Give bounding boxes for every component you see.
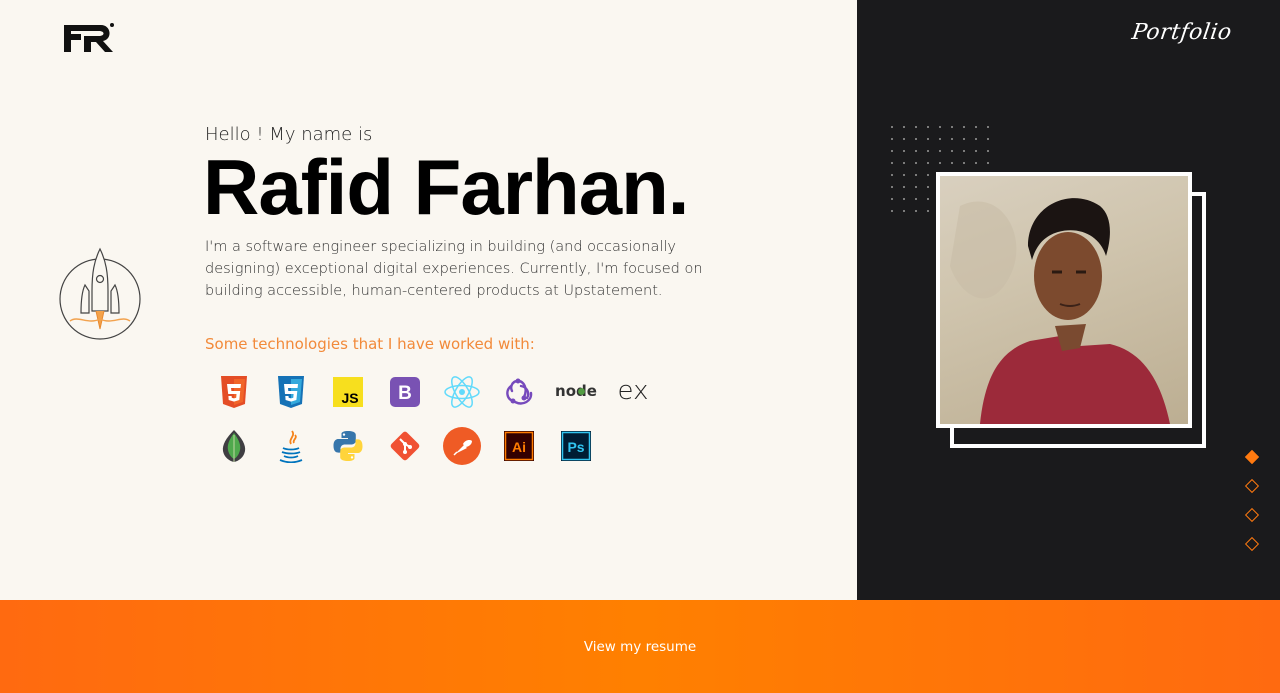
grid-dot — [903, 198, 905, 200]
css3-icon — [262, 372, 319, 412]
grid-dot — [891, 150, 893, 152]
grid-dot — [939, 138, 941, 140]
html5-icon — [205, 372, 262, 412]
grid-dot — [915, 174, 917, 176]
nodejs-icon: node — [547, 372, 604, 412]
illustrator-icon: Ai — [490, 426, 547, 466]
grid-dot — [891, 186, 893, 188]
illustrator-label: Ai — [512, 439, 526, 455]
grid-dot — [987, 162, 989, 164]
grid-dot — [915, 186, 917, 188]
react-icon — [433, 372, 490, 412]
portfolio-script-title: Portfolio — [1130, 20, 1234, 45]
grid-dot — [903, 138, 905, 140]
grid-dot — [927, 186, 929, 188]
grid-dot — [951, 126, 953, 128]
nav-dot-3[interactable] — [1244, 507, 1260, 523]
redux-icon — [490, 372, 547, 412]
profile-photo — [936, 172, 1192, 428]
technologies-title: Some technologies that I have worked wit… — [205, 335, 535, 353]
grid-dot — [987, 138, 989, 140]
grid-dot — [927, 150, 929, 152]
grid-dot — [915, 210, 917, 212]
person-silhouette — [950, 198, 1170, 424]
nav-dot-1[interactable] — [1244, 449, 1260, 465]
bootstrap-label: B — [398, 383, 412, 404]
grid-dot — [939, 162, 941, 164]
grid-dot — [987, 126, 989, 128]
section-navigation — [1244, 449, 1260, 568]
grid-dot — [963, 138, 965, 140]
nodejs-label: node — [555, 382, 597, 400]
technologies-row-1: JS B node ex — [205, 372, 665, 412]
grid-dot — [927, 198, 929, 200]
grid-dot — [939, 150, 941, 152]
grid-dot — [891, 210, 893, 212]
postman-icon — [433, 426, 490, 466]
grid-dot — [951, 138, 953, 140]
java-icon — [262, 426, 319, 466]
grid-dot — [975, 162, 977, 164]
grid-dot — [987, 150, 989, 152]
nav-dot-4[interactable] — [1244, 536, 1260, 552]
technologies-row-2: Ai Ps — [205, 426, 665, 466]
grid-dot — [915, 150, 917, 152]
photoshop-icon: Ps — [547, 426, 604, 466]
grid-dot — [951, 162, 953, 164]
grid-dot — [963, 150, 965, 152]
bio-text: I'm a software engineer specializing in … — [205, 239, 703, 299]
grid-dot — [915, 126, 917, 128]
grid-dot — [891, 174, 893, 176]
grid-dot — [891, 138, 893, 140]
footer-banner: View my resume — [0, 600, 1280, 693]
grid-dot — [927, 126, 929, 128]
grid-dot — [963, 162, 965, 164]
nav-dot-2[interactable] — [1244, 478, 1260, 494]
grid-dot — [927, 162, 929, 164]
grid-dot — [915, 162, 917, 164]
grid-dot — [939, 126, 941, 128]
logo-icon[interactable] — [63, 22, 117, 54]
javascript-icon: JS — [319, 372, 376, 412]
grid-dot — [891, 198, 893, 200]
bootstrap-icon: B — [376, 372, 433, 412]
express-label: ex — [617, 378, 648, 406]
photoshop-label: Ps — [567, 439, 584, 455]
grid-dot — [903, 174, 905, 176]
view-resume-button[interactable]: View my resume — [584, 639, 696, 655]
mongodb-icon — [205, 426, 262, 466]
grid-dot — [903, 126, 905, 128]
grid-dot — [927, 210, 929, 212]
rocket-icon — [59, 247, 141, 340]
grid-dot — [903, 150, 905, 152]
git-icon — [376, 426, 433, 466]
grid-dot — [975, 126, 977, 128]
grid-dot — [903, 162, 905, 164]
grid-dot — [963, 126, 965, 128]
grid-dot — [915, 138, 917, 140]
python-icon — [319, 426, 376, 466]
grid-dot — [927, 174, 929, 176]
grid-dot — [975, 138, 977, 140]
technologies-grid: JS B node ex Ai Ps — [205, 372, 665, 480]
name-heading: Rafid Farhan. — [203, 143, 689, 231]
grid-dot — [891, 162, 893, 164]
grid-dot — [915, 198, 917, 200]
grid-dot — [927, 138, 929, 140]
grid-dot — [951, 150, 953, 152]
express-icon: ex — [604, 372, 661, 412]
grid-dot — [891, 126, 893, 128]
grid-dot — [903, 186, 905, 188]
grid-dot — [975, 150, 977, 152]
javascript-label: JS — [341, 390, 358, 406]
grid-dot — [903, 210, 905, 212]
